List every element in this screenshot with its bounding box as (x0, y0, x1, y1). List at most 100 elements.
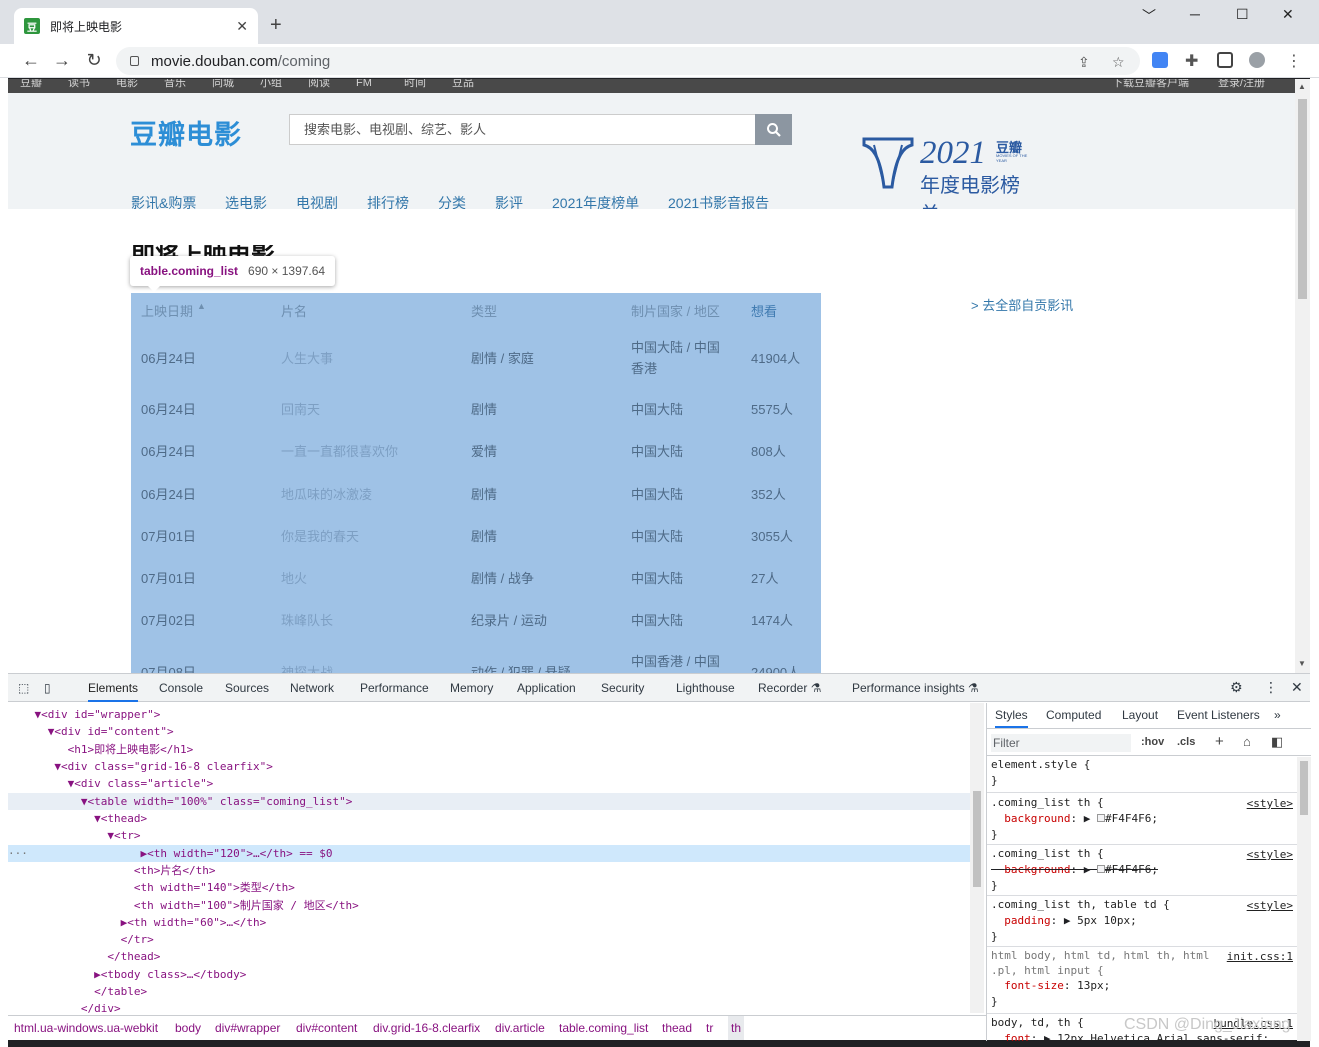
dom-scrollbar-thumb[interactable] (973, 791, 981, 887)
translate-extension-icon[interactable] (1152, 52, 1168, 68)
breadcrumb-item[interactable]: div#content (296, 1016, 357, 1040)
tab-search-icon[interactable]: ﹀ (1142, 6, 1156, 26)
dom-node[interactable]: ▶<tbody class>…</tbody> (8, 966, 970, 983)
devtools-menu-icon[interactable]: ⋮ (1264, 679, 1278, 696)
tab-lighthouse[interactable]: Lighthouse (676, 681, 735, 695)
reload-icon[interactable]: ↻ (83, 50, 105, 71)
tab-performance-insights[interactable]: Performance insights ⚗ (852, 681, 979, 695)
breadcrumb-item[interactable]: div.grid-16-8.clearfix (373, 1016, 480, 1040)
tab-network[interactable]: Network (290, 681, 334, 695)
cls-toggle[interactable]: .cls (1177, 736, 1195, 748)
tab-security[interactable]: Security (601, 681, 644, 695)
toggle-sidebar-icon[interactable]: ◧ (1271, 734, 1283, 750)
hov-toggle[interactable]: :hov (1141, 736, 1164, 748)
window-close-button[interactable]: ✕ (1282, 6, 1294, 23)
share-icon[interactable]: ⇪ (1078, 54, 1090, 71)
styles-scrollbar-thumb[interactable] (1300, 761, 1308, 815)
dom-node[interactable]: </thead> (8, 948, 970, 965)
dom-node[interactable]: ▼<div class="grid-16-8 clearfix"> (8, 758, 970, 775)
tab-computed[interactable]: Computed (1046, 708, 1101, 722)
rule-source-link[interactable]: <style> (1247, 848, 1293, 861)
styles-scrollbar[interactable] (1297, 757, 1311, 1041)
color-swatch[interactable] (1096, 814, 1105, 822)
tab-sources[interactable]: Sources (225, 681, 269, 695)
topbar-link[interactable]: 阅读 (308, 79, 330, 89)
cell-title[interactable]: 神探大战 (281, 662, 333, 673)
inspect-element-icon[interactable]: ⬚ (18, 681, 29, 695)
dom-node[interactable]: </div> (8, 1000, 970, 1013)
browser-tab[interactable]: 豆 即将上映电影 ✕ (14, 8, 258, 44)
tab-close-icon[interactable]: ✕ (236, 18, 248, 35)
tab-memory[interactable]: Memory (450, 681, 493, 695)
address-bar[interactable]: movie.douban.com/coming ⇪ ☆ (116, 47, 1140, 75)
cell-title[interactable]: 珠峰队长 (281, 610, 333, 629)
tab-layout[interactable]: Layout (1122, 708, 1158, 722)
topbar-link[interactable]: 豆瓣 (20, 79, 42, 89)
minimize-button[interactable]: ─ (1190, 6, 1200, 22)
annual-list-badge[interactable]: 2021 豆瓣 MOVIES OF THE YEAR 年度电影榜单 (860, 135, 1036, 226)
dom-node[interactable]: <th width="140">类型</th> (8, 879, 970, 896)
scroll-down-icon[interactable]: ▼ (1298, 659, 1306, 668)
breadcrumb-item-active[interactable]: th (728, 1016, 745, 1040)
breadcrumb-item[interactable]: html.ua-windows.ua-webkit (14, 1016, 158, 1040)
profile-avatar[interactable] (1249, 52, 1265, 68)
breadcrumb-item[interactable]: body (175, 1016, 201, 1040)
styles-filter-input[interactable]: Filter (991, 734, 1131, 752)
topbar-link[interactable]: 豆品 (452, 79, 474, 89)
all-movies-link[interactable]: > 去全部自贡影讯 (971, 295, 1073, 314)
dom-node[interactable]: ▶<th width="60">…</th> (8, 914, 970, 931)
dom-node[interactable]: ▼<div id="wrapper"> (8, 706, 970, 723)
cell-title[interactable]: 回南天 (281, 399, 320, 418)
back-arrow-icon[interactable]: ← (20, 50, 42, 71)
rule-source-link[interactable]: <style> (1247, 899, 1293, 912)
color-swatch[interactable] (1096, 865, 1105, 873)
topbar-link[interactable]: 时间 (404, 79, 426, 89)
css-rule[interactable]: <style> .coming_list th, table td { padd… (987, 897, 1297, 947)
page-scrollbar-thumb[interactable] (1298, 99, 1307, 299)
dom-node[interactable]: <th width="100">制片国家 / 地区</th> (8, 897, 970, 914)
maximize-button[interactable]: ☐ (1236, 6, 1249, 23)
page-scrollbar[interactable]: ▲ ▼ (1295, 79, 1310, 673)
dom-node[interactable]: <h1>即将上映电影</h1> (8, 741, 970, 758)
dom-scrollbar[interactable] (970, 703, 984, 1013)
color-palette-icon[interactable]: ⌂ (1243, 734, 1251, 749)
tab-styles[interactable]: Styles (995, 708, 1028, 728)
dom-node[interactable]: </tr> (8, 931, 970, 948)
bookmark-star-icon[interactable]: ☆ (1112, 54, 1125, 71)
search-input[interactable]: 搜索电影、电视剧、综艺、影人 (289, 114, 755, 145)
side-panel-icon[interactable] (1217, 52, 1233, 68)
cell-title[interactable]: 地瓜味的冰激凌 (281, 484, 372, 503)
tab-elements[interactable]: Elements (88, 681, 139, 702)
dom-node[interactable]: ▼<div class="article"> (8, 775, 970, 792)
new-rule-plus-icon[interactable]: + (1215, 733, 1224, 750)
search-button[interactable] (755, 114, 792, 145)
breadcrumb-item[interactable]: table.coming_list (559, 1016, 648, 1040)
settings-gear-icon[interactable]: ⚙ (1230, 679, 1243, 696)
extensions-puzzle-icon[interactable]: ✚ (1185, 51, 1198, 71)
css-rule[interactable]: <style> .coming_list th { background: ▶ … (987, 846, 1297, 896)
rule-source-link[interactable]: <style> (1247, 797, 1293, 810)
devtools-close-icon[interactable]: ✕ (1291, 679, 1303, 696)
dom-node[interactable]: ▼<thead> (8, 810, 970, 827)
topbar-link[interactable]: FM (356, 79, 372, 89)
topbar-link[interactable]: 小组 (260, 79, 282, 89)
dom-node[interactable]: <th>片名</th> (8, 862, 970, 879)
rule-source-link[interactable]: init.css:1 (1227, 950, 1293, 963)
breadcrumb-item[interactable]: div#wrapper (215, 1016, 280, 1040)
cell-title[interactable]: 你是我的春天 (281, 526, 359, 545)
topbar-link[interactable]: 音乐 (164, 79, 186, 89)
dom-node[interactable]: </table> (8, 983, 970, 1000)
douban-movie-logo[interactable]: 豆瓣电影 (130, 113, 242, 152)
cell-title[interactable]: 地火 (281, 568, 307, 587)
new-tab-button[interactable]: + (270, 14, 282, 37)
tab-console[interactable]: Console (159, 681, 203, 695)
dom-node[interactable]: ▼<div id="content"> (8, 723, 970, 740)
breadcrumb-item[interactable]: thead (662, 1016, 692, 1040)
topbar-login-link[interactable]: 登录/注册 (1218, 79, 1265, 89)
topbar-download-link[interactable]: 下载豆瓣客户端 (1112, 79, 1189, 89)
header-date[interactable]: 上映日期 (141, 301, 193, 320)
topbar-link[interactable]: 电影 (116, 79, 138, 89)
topbar-link[interactable]: 读书 (68, 79, 90, 89)
more-tabs-icon[interactable]: » (1274, 708, 1281, 722)
breadcrumb-item[interactable]: tr (706, 1016, 713, 1040)
